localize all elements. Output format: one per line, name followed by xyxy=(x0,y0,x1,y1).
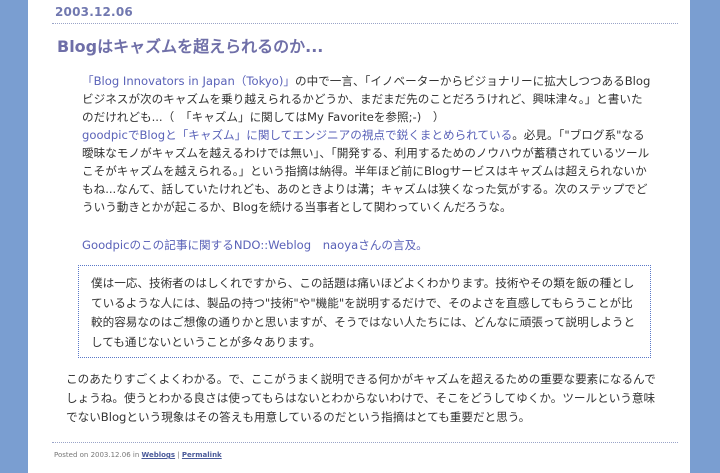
left-margin-bar xyxy=(0,0,28,473)
blog-innovators-link[interactable]: 「Blog Innovators in Japan（Tokyo)」 xyxy=(82,74,295,88)
blog-post: 2003.12.06 Blogはキャズムを超えられるのか... 「Blog In… xyxy=(52,0,678,473)
goodpic-article-link[interactable]: goodpicでBlogと「キャズム」に関してエンジニアの視点で鋭くまとめられて… xyxy=(82,128,512,142)
permalink-link[interactable]: Permalink xyxy=(182,451,222,459)
ndo-weblog-link[interactable]: Goodpicのこの記事に関するNDO::Weblog naoyaさんの言及。 xyxy=(82,238,428,252)
paragraph-3: Goodpicのこの記事に関するNDO::Weblog naoyaさんの言及。 xyxy=(82,236,652,254)
blockquote: 僕は一応、技術者のはしくれですから、この話題は痛いほどよくわかります。技術やその… xyxy=(78,265,651,358)
post-date: 2003.12.06 xyxy=(55,5,133,19)
paragraph-1: 「Blog Innovators in Japan（Tokyo)」の中で一言、「… xyxy=(82,72,652,216)
post-footer: Posted on 2003.12.06 in Weblogs | Permal… xyxy=(54,451,222,459)
posted-on-text: Posted on 2003.12.06 in xyxy=(54,451,142,459)
footer-divider xyxy=(52,442,678,443)
quote-text: 僕は一応、技術者のはしくれですから、この話題は痛いほどよくわかります。技術やその… xyxy=(91,276,636,349)
paragraph-4: このあたりすごくよくわかる。で、ここがうまく説明できる何かがキャズムを超えるため… xyxy=(66,372,656,424)
post-title: Blogはキャズムを超えられるのか... xyxy=(57,37,324,56)
divider xyxy=(52,23,678,24)
footer-separator: | xyxy=(175,451,182,459)
right-margin-bar xyxy=(690,0,720,473)
category-link[interactable]: Weblogs xyxy=(141,451,175,459)
